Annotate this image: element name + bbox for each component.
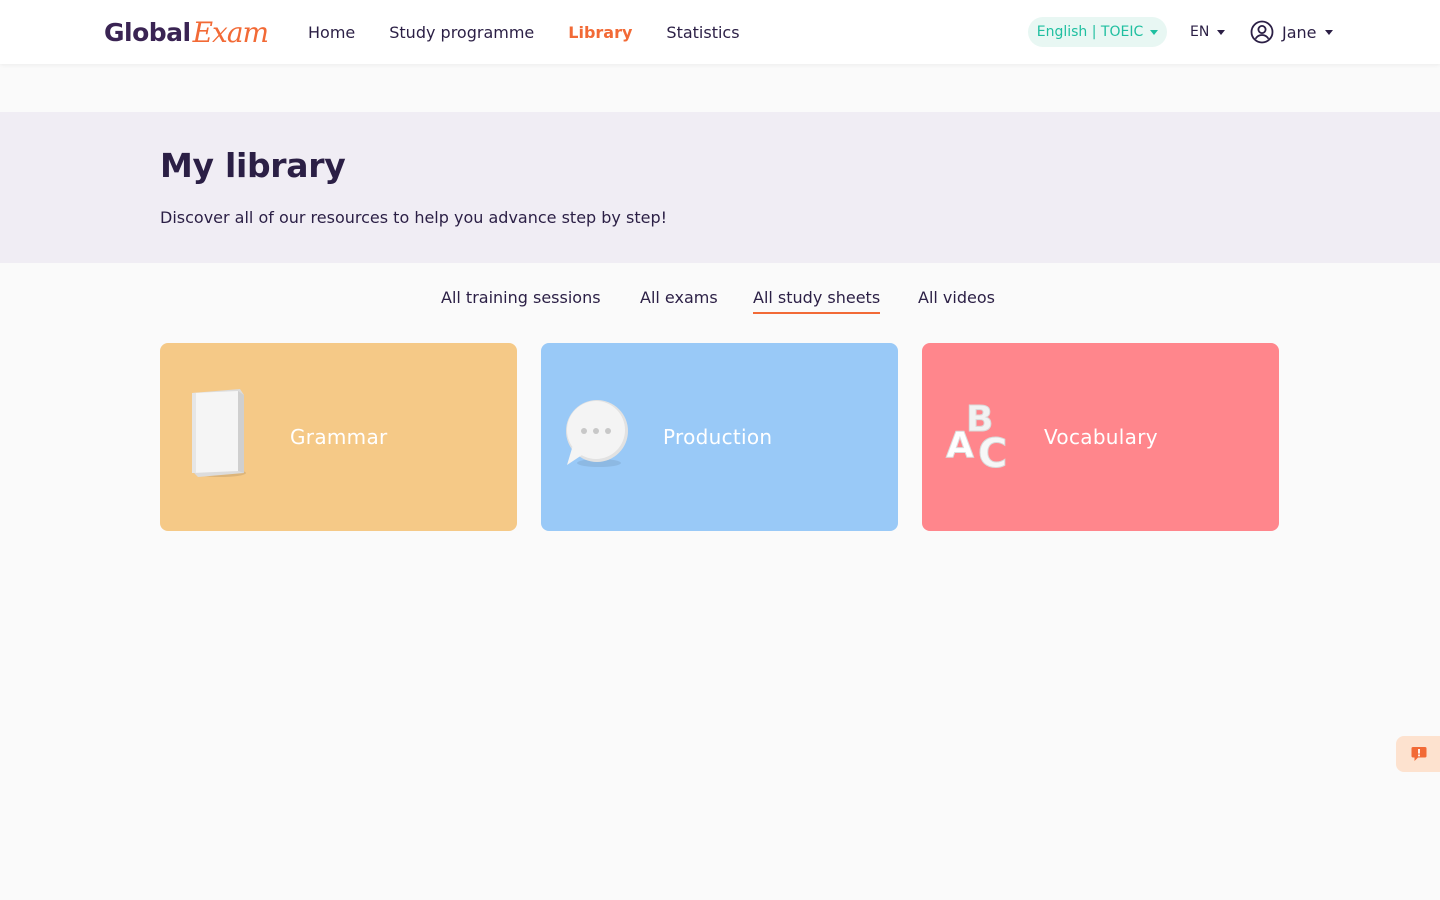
course-selector[interactable]: English | TOEIC [1028,17,1167,47]
nav-study-programme[interactable]: Study programme [389,23,534,42]
globalexam-logo[interactable]: Global Exam [104,14,269,50]
feedback-alert-icon [1411,747,1427,761]
abc-letters-icon: B A C [946,399,1008,471]
book-icon [192,389,246,477]
top-header: Global Exam Home Study programme Library… [0,0,1440,64]
chevron-down-icon [1150,29,1159,35]
nav-statistics[interactable]: Statistics [666,23,739,42]
page-subtitle: Discover all of our resources to help yo… [160,208,668,227]
svg-text:A: A [946,425,974,466]
logo-text-global: Global [104,17,191,47]
chevron-down-icon [1324,29,1333,35]
card-vocabulary-label: Vocabulary [1044,425,1158,449]
feedback-button[interactable] [1396,736,1440,772]
main-nav: Home Study programme Library Statistics [308,0,740,64]
user-menu[interactable]: Jane [1250,0,1333,64]
card-production-label: Production [663,425,773,449]
course-selector-label: English | TOEIC [1036,24,1144,40]
card-grammar[interactable]: Grammar [160,343,517,531]
language-selector[interactable]: EN [1190,0,1226,64]
user-name: Jane [1282,22,1317,42]
library-hero: My library Discover all of our resources… [0,112,1440,263]
chevron-down-icon [1217,29,1226,35]
nav-library[interactable]: Library [568,23,632,42]
speech-bubble-icon [566,400,628,467]
card-production[interactable]: Production [541,343,898,531]
library-tabs: All training sessions All exams All stud… [0,288,1440,318]
page-title: My library [160,146,346,185]
svg-text:C: C [978,431,1007,471]
tab-all-exams[interactable]: All exams [640,288,718,314]
language-label: EN [1190,24,1210,40]
tab-all-videos[interactable]: All videos [918,288,995,314]
nav-home[interactable]: Home [308,23,355,42]
logo-text-exam: Exam [192,15,269,49]
card-vocabulary[interactable]: B A C Vocabulary [922,343,1279,531]
card-grammar-label: Grammar [290,425,388,449]
tab-all-study-sheets[interactable]: All study sheets [753,288,881,314]
user-avatar-icon [1250,20,1274,44]
tab-all-training-sessions[interactable]: All training sessions [441,288,601,314]
